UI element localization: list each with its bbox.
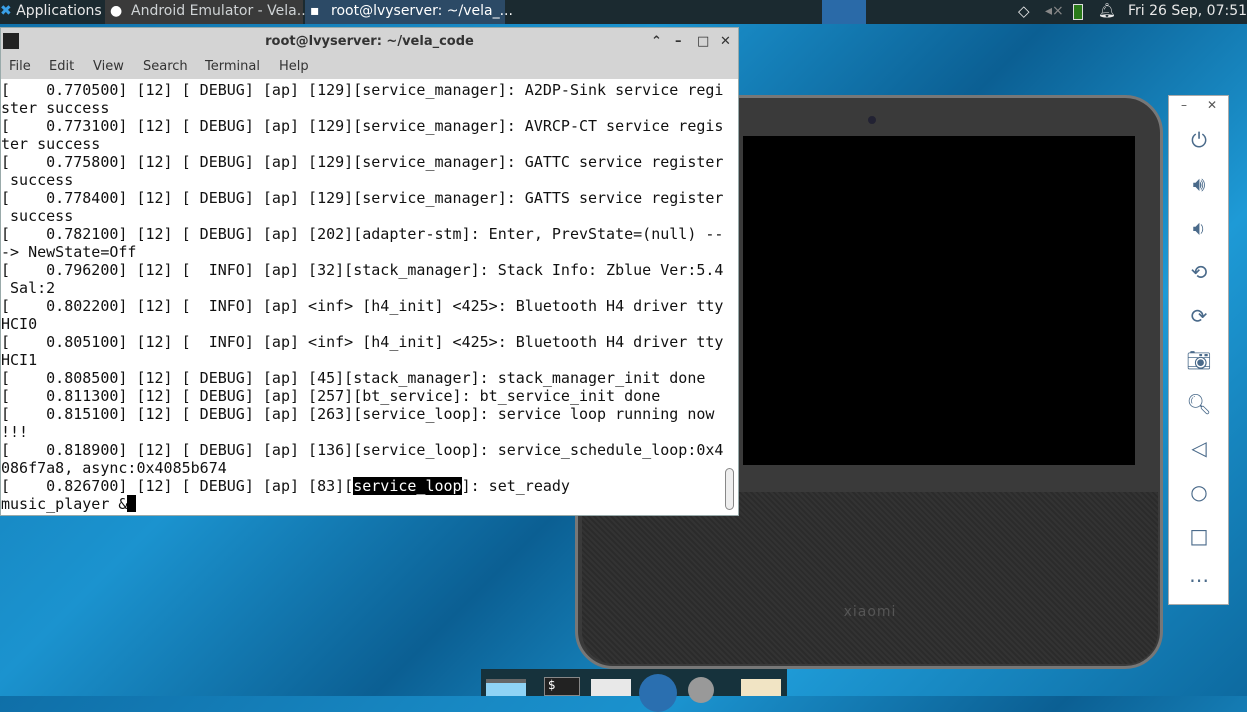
xfce-icon: ✖ (0, 3, 12, 19)
terminal-line: [ 0.805100] [12] [ INFO] [ap] <inf> [h4_… (1, 333, 723, 351)
menu-view[interactable]: View (93, 59, 124, 74)
rotate-left-icon[interactable]: ⟲ (1169, 260, 1229, 284)
terminal-line: success (1, 207, 74, 225)
show-desktop-icon[interactable] (486, 679, 526, 696)
terminal-line: [ 0.782100] [12] [ DEBUG] [ap] [202][ada… (1, 225, 723, 243)
menu-edit[interactable]: Edit (49, 59, 74, 74)
terminal-icon: ▪ (310, 3, 320, 19)
home-folder-icon[interactable] (741, 679, 781, 696)
terminal-output[interactable]: [ 0.770500] [12] [ DEBUG] [ap] [129][ser… (1, 80, 723, 516)
terminal-line: HCI1 (1, 351, 38, 369)
task-terminal[interactable]: ▪ root@lvyserver: ~/vela_... (305, 0, 513, 24)
terminal-line: [ 0.802200] [12] [ INFO] [ap] <inf> [h4_… (1, 297, 723, 315)
speaker-fabric: xiaomi (582, 492, 1158, 664)
title-bar[interactable]: root@lvyserver: ~/vela_code ⌃ – □ ✕ (1, 28, 738, 55)
shade-button[interactable]: ⌃ (651, 28, 662, 55)
terminal-line: [ 0.826700] [12] [ DEBUG] [ap] [83][serv… (1, 477, 723, 495)
emulator-side-toolbar: – ✕ ⏻ 🔊︎ 🔉︎ ⟲ ⟳ 📷︎ 🔍︎ ◁ ○ □ ⋯ (1168, 95, 1229, 605)
text-cursor (127, 495, 137, 512)
terminal-line: [ 0.811300] [12] [ DEBUG] [ap] [257][bt_… (1, 387, 661, 405)
close-button[interactable]: ✕ (1207, 98, 1217, 112)
command-input[interactable]: music_player & (1, 495, 723, 513)
terminal-line: [ 0.770500] [12] [ DEBUG] [ap] [129][ser… (1, 81, 723, 99)
terminal-line: !!! (1, 423, 29, 441)
web-browser-icon[interactable] (639, 674, 677, 712)
minimize-button[interactable]: – (1181, 98, 1187, 112)
terminal-launcher-icon[interactable]: $ (544, 677, 580, 696)
terminal-line: HCI0 (1, 315, 38, 333)
terminal-line: [ 0.818900] [12] [ DEBUG] [ap] [136][ser… (1, 441, 723, 459)
more-icon[interactable]: ⋯ (1169, 568, 1229, 592)
menu-terminal[interactable]: Terminal (205, 59, 260, 74)
volume-muted-icon[interactable]: ◂× (1045, 0, 1064, 24)
close-button[interactable]: ✕ (720, 28, 731, 55)
terminal-line: -> NewState=Off (1, 243, 137, 261)
terminal-line: [ 0.796200] [12] [ INFO] [ap] [32][stack… (1, 261, 723, 279)
battery-icon[interactable] (1073, 4, 1083, 20)
terminal-icon (3, 33, 19, 49)
wifi-icon[interactable]: ◇ (1018, 0, 1030, 24)
volume-up-icon[interactable]: 🔊︎ (1169, 172, 1229, 196)
terminal-line: [ 0.773100] [12] [ DEBUG] [ap] [129][ser… (1, 117, 723, 135)
terminal-line: [ 0.778400] [12] [ DEBUG] [ap] [129][ser… (1, 189, 723, 207)
home-icon[interactable]: ○ (1169, 480, 1229, 504)
line-text: [ 0.826700] [12] [ DEBUG] [ap] [83][ (1, 477, 354, 495)
terminal-line: [ 0.815100] [12] [ DEBUG] [ap] [263][ser… (1, 405, 715, 423)
emulator-screen[interactable] (743, 136, 1135, 465)
menu-bar: File Edit View Search Terminal Help (1, 55, 738, 79)
menu-file[interactable]: File (9, 59, 31, 74)
window-title: root@lvyserver: ~/vela_code (265, 34, 474, 49)
notification-bell-icon[interactable]: 🔔︎ (1098, 0, 1116, 24)
menu-help[interactable]: Help (279, 59, 309, 74)
dock: $ (481, 669, 787, 712)
overview-icon[interactable]: □ (1169, 524, 1229, 548)
selected-text: service_loop (353, 477, 462, 495)
maximize-button[interactable]: □ (697, 28, 709, 55)
terminal-line: [ 0.808500] [12] [ DEBUG] [ap] [45][stac… (1, 369, 706, 387)
terminal-line: ster success (1, 99, 110, 117)
applications-menu[interactable]: ✖ Applications ⋮ (0, 0, 120, 24)
terminal-line: Sal:2 (1, 279, 56, 297)
emulator-icon: ● (110, 3, 123, 19)
camera-icon[interactable]: 📷︎ (1169, 348, 1229, 372)
terminal-window: root@lvyserver: ~/vela_code ⌃ – □ ✕ File… (0, 27, 739, 516)
task-android-emulator[interactable]: ● Android Emulator - Vela... (105, 0, 310, 24)
file-manager-icon[interactable] (591, 679, 631, 696)
terminal-line: ter success (1, 135, 101, 153)
power-icon[interactable]: ⏻ (1169, 128, 1229, 152)
brand-logo: xiaomi (843, 604, 897, 620)
line-text: ]: set_ready (461, 477, 570, 495)
terminal-line: [ 0.775800] [12] [ DEBUG] [ap] [129][ser… (1, 153, 723, 171)
camera-lens (868, 116, 876, 124)
app-finder-icon[interactable] (688, 677, 714, 703)
scrollbar[interactable] (725, 468, 734, 510)
top-panel: ✖ Applications ⋮ ●Android Emulator - Vel… (0, 0, 1247, 24)
workspace-switcher[interactable] (822, 0, 866, 24)
back-icon[interactable]: ◁ (1169, 436, 1229, 460)
menu-search[interactable]: Search (143, 59, 188, 74)
command-text: music_player & (1, 495, 128, 513)
rotate-right-icon[interactable]: ⟳ (1169, 304, 1229, 328)
minimize-button[interactable]: – (675, 28, 682, 55)
terminal-line: 086f7a8, async:0x4085b674 (1, 459, 227, 477)
zoom-icon[interactable]: 🔍︎ (1169, 392, 1229, 416)
volume-down-icon[interactable]: 🔉︎ (1169, 216, 1229, 240)
clock[interactable]: Fri 26 Sep, 07:51 (1128, 0, 1247, 24)
terminal-line: success (1, 171, 74, 189)
